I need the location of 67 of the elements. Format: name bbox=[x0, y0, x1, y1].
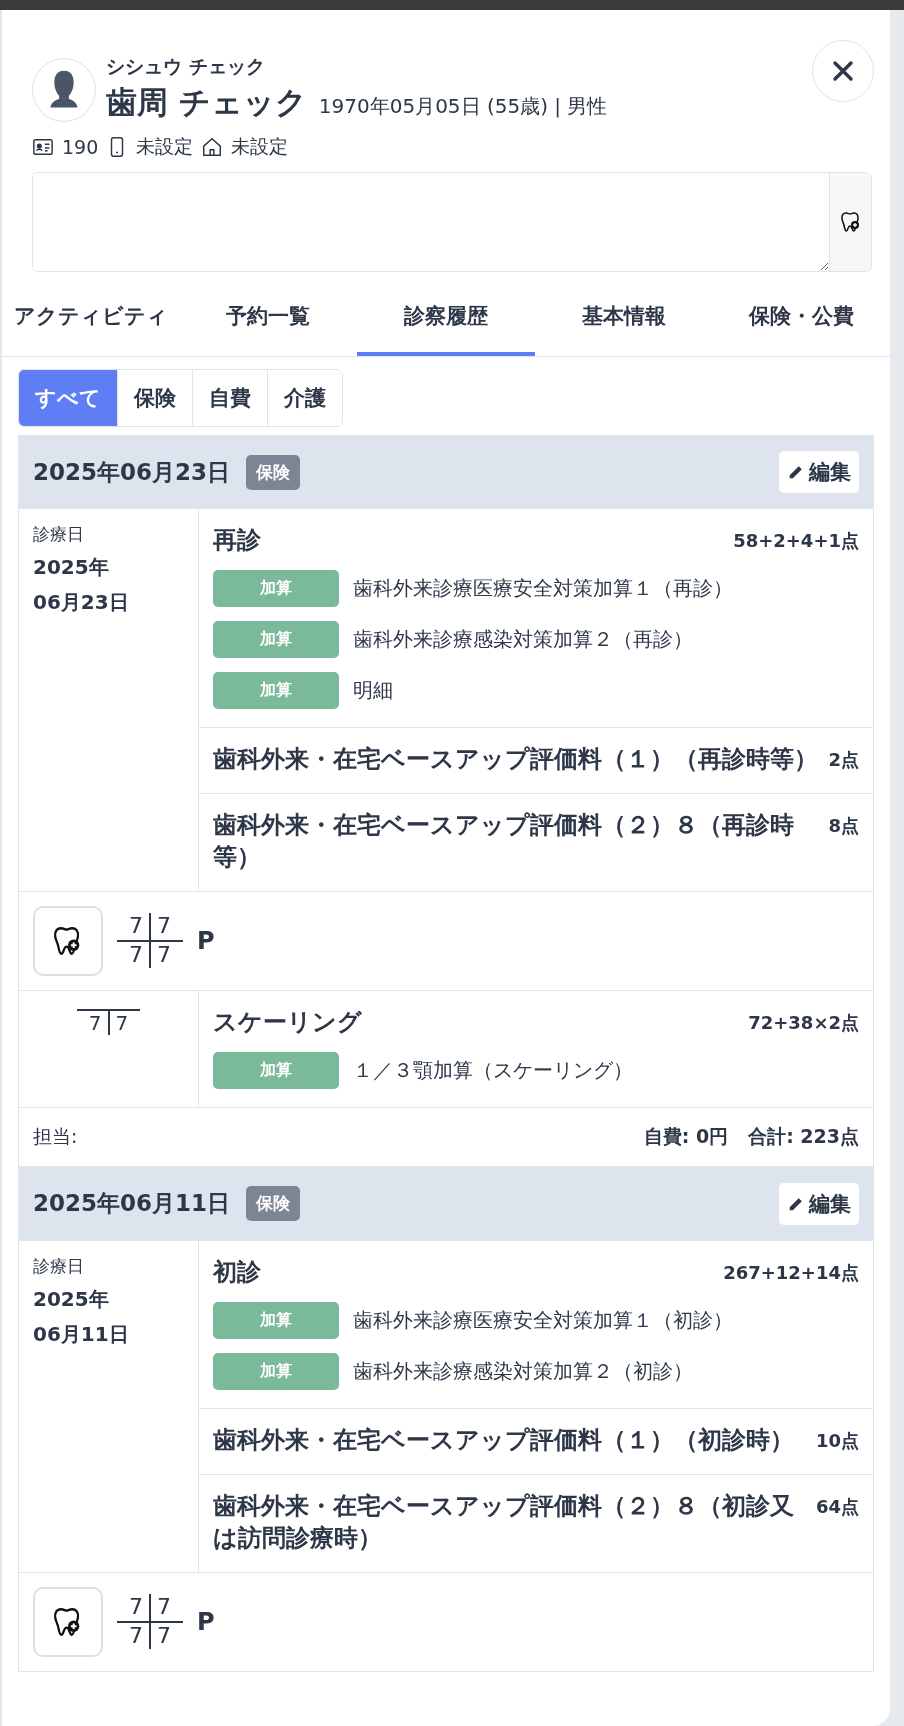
home-icon bbox=[201, 136, 224, 158]
procedure-points: 10点 bbox=[815, 1429, 859, 1454]
edit-button[interactable]: 編集 bbox=[779, 451, 859, 493]
insurance-badge: 保険 bbox=[246, 454, 301, 490]
addition-tag: 加算 bbox=[213, 621, 339, 659]
procedure-name: 初診 bbox=[213, 1256, 261, 1288]
addition-text: 歯科外来診療医療安全対策加算１（再診） bbox=[353, 575, 733, 603]
patient-kana: シシュウ チェック bbox=[106, 54, 266, 79]
tab[interactable]: 予約一覧 bbox=[179, 280, 358, 356]
addition-tag: 加算 bbox=[213, 672, 339, 710]
staff-label: 担当: bbox=[33, 1123, 79, 1149]
record-date: 2025年06月11日 bbox=[33, 1189, 231, 1219]
procedure-name: 歯科外来・在宅ベースアップ評価料（１）（再診時等） bbox=[213, 744, 818, 776]
pencil-icon bbox=[787, 463, 805, 481]
addition-tag: 加算 bbox=[213, 1051, 339, 1089]
filter-button[interactable]: すべて bbox=[19, 370, 117, 426]
addition-text: １／３顎加算（スケーリング） bbox=[353, 1056, 633, 1084]
edit-button[interactable]: 編集 bbox=[779, 1182, 859, 1225]
tooth-chart: 7 7 7 7 bbox=[117, 1594, 183, 1650]
tooth-button[interactable] bbox=[829, 173, 871, 271]
procedure-name: 歯科外来・在宅ベースアップ評価料（２）８（再診時等） bbox=[213, 810, 795, 873]
addition-text: 歯科外来診療感染対策加算２（初診） bbox=[353, 1358, 693, 1386]
phone-number: 未設定 bbox=[136, 134, 194, 159]
procedure-name: 歯科外来・在宅ベースアップ評価料（２）８（初診又は訪問診療時） bbox=[213, 1491, 795, 1554]
visit-date: 2025年 bbox=[33, 1285, 110, 1313]
tab[interactable]: 基本情報 bbox=[534, 280, 713, 356]
addition-text: 歯科外来診療医療安全対策加算１（初診） bbox=[353, 1307, 733, 1335]
note-field[interactable] bbox=[32, 172, 872, 272]
filter-button[interactable]: 介護 bbox=[267, 370, 342, 426]
procedure-points: 58+2+4+1点 bbox=[733, 529, 859, 553]
finding-text: P bbox=[197, 926, 215, 955]
visit-date: 2025年 bbox=[33, 554, 110, 581]
birth-date: 1970年05月05日 (55歳) | 男性 bbox=[318, 93, 608, 120]
tooth-button[interactable] bbox=[33, 905, 103, 976]
insurance-badge: 保険 bbox=[246, 1186, 301, 1222]
close-icon bbox=[832, 60, 854, 82]
address: 未設定 bbox=[231, 134, 289, 159]
procedure-name: スケーリング bbox=[213, 1006, 362, 1038]
procedure-points: 2点 bbox=[828, 748, 859, 773]
procedure-points: 267+12+14点 bbox=[723, 1260, 859, 1285]
patient-id: 190 bbox=[62, 136, 99, 158]
record-date: 2025年06月23日 bbox=[33, 457, 231, 487]
id-card-icon bbox=[32, 136, 54, 158]
finding-text: P bbox=[197, 1607, 215, 1636]
addition-text: 明細 bbox=[353, 677, 393, 705]
visit-date: 06月11日 bbox=[33, 1320, 130, 1348]
tab[interactable]: アクティビティ bbox=[2, 280, 180, 356]
addition-tag: 加算 bbox=[213, 1302, 339, 1340]
tooth-chart: 7 7 bbox=[76, 1008, 141, 1035]
tab[interactable]: 診察履歴 bbox=[357, 280, 535, 356]
procedure-points: 64点 bbox=[815, 1495, 859, 1520]
patient-name: 歯周 チェック bbox=[106, 83, 307, 122]
visit-date-label: 診療日 bbox=[33, 523, 85, 546]
procedure-name: 歯科外来・在宅ベースアップ評価料（１）（初診時） bbox=[213, 1425, 794, 1457]
tooth-chart: 7 7 7 7 bbox=[117, 913, 183, 969]
visit-date: 06月23日 bbox=[33, 589, 130, 616]
procedure-name: 再診 bbox=[213, 525, 261, 556]
points-total: 合計: 223点 bbox=[748, 1123, 859, 1149]
visit-date-label: 診療日 bbox=[33, 1254, 85, 1278]
procedure-points: 8点 bbox=[828, 814, 859, 839]
addition-text: 歯科外来診療感染対策加算２（再診） bbox=[353, 626, 693, 654]
self-pay-total: 自費: 0円 bbox=[643, 1123, 729, 1149]
addition-tag: 加算 bbox=[213, 570, 339, 608]
tab[interactable]: 保険・公費 bbox=[712, 280, 890, 356]
procedure-points: 72+38×2点 bbox=[748, 1010, 859, 1035]
tooth-button[interactable] bbox=[33, 1586, 103, 1657]
addition-tag: 加算 bbox=[213, 1353, 339, 1391]
